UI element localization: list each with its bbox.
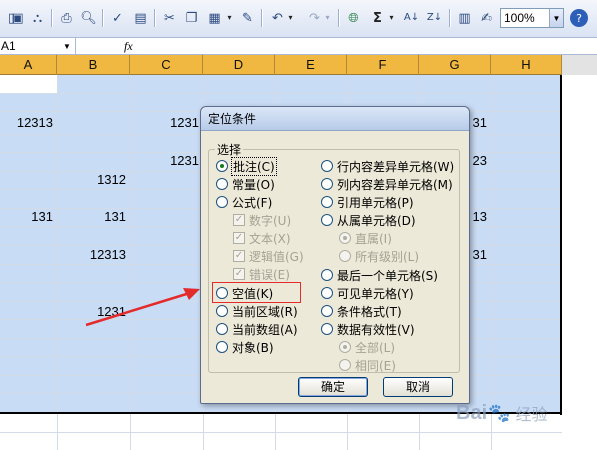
option-label: 公式(F) <box>232 195 273 210</box>
radio-icon[interactable] <box>339 341 351 353</box>
option-label: 文本(X) <box>249 231 291 246</box>
option-label: 最后一个单元格(S) <box>337 268 438 283</box>
option-comments[interactable]: 批注(C) <box>216 156 277 176</box>
option-label: 列内容差异单元格(M) <box>337 177 453 192</box>
option-label: 当前区域(R) <box>232 304 298 319</box>
option-label: 错误(E) <box>249 267 290 282</box>
checkbox-icon[interactable]: ✓ <box>233 214 245 226</box>
option-text[interactable]: ✓ 文本(X) <box>233 230 291 246</box>
option-current-array[interactable]: 当前数组(A) <box>216 321 298 337</box>
option-validation-all[interactable]: 全部(L) <box>339 339 395 355</box>
option-label: 直属(I) <box>355 231 392 246</box>
option-label: 对象(B) <box>232 340 274 355</box>
option-label: 相同(E) <box>355 358 396 373</box>
option-data-validation[interactable]: 数据有效性(V) <box>321 321 415 337</box>
option-label: 引用单元格(P) <box>337 195 414 210</box>
goto-special-dialog: 定位条件 选择 批注(C) 常量(O) 公式(F) ✓ 数字(U) ✓ 文本(X… <box>200 106 470 404</box>
radio-icon[interactable] <box>321 160 333 172</box>
option-dependents[interactable]: 从属单元格(D) <box>321 212 416 228</box>
watermark-logo: Bai 🐾 经验 <box>456 396 586 430</box>
option-all-levels[interactable]: 所有级别(L) <box>339 248 419 264</box>
radio-icon[interactable] <box>339 250 351 262</box>
option-label: 从属单元格(D) <box>337 213 416 228</box>
option-logicals[interactable]: ✓ 逻辑值(G) <box>233 248 304 264</box>
option-last-cell[interactable]: 最后一个单元格(S) <box>321 267 438 283</box>
option-label: 常量(O) <box>232 177 275 192</box>
paw-icon: 🐾 <box>488 402 511 423</box>
option-label: 行内容差异单元格(W) <box>337 159 455 174</box>
radio-icon[interactable] <box>216 196 228 208</box>
radio-icon[interactable] <box>321 214 333 226</box>
watermark-text: 经验 <box>515 407 548 424</box>
cancel-button[interactable]: 取消 <box>383 377 453 397</box>
option-current-region[interactable]: 当前区域(R) <box>216 303 298 319</box>
option-precedents[interactable]: 引用单元格(P) <box>321 194 414 210</box>
option-column-differences[interactable]: 列内容差异单元格(M) <box>321 176 453 192</box>
dialog-title: 定位条件 <box>201 107 469 131</box>
option-label: 所有级别(L) <box>355 249 420 264</box>
option-label: 当前数组(A) <box>232 322 298 337</box>
dialog-body: 选择 批注(C) 常量(O) 公式(F) ✓ 数字(U) ✓ 文本(X) ✓ 逻… <box>206 131 464 399</box>
radio-icon[interactable] <box>321 269 333 281</box>
option-label: 逻辑值(G) <box>249 249 304 264</box>
option-visible-cells[interactable]: 可见单元格(Y) <box>321 285 414 301</box>
option-validation-same[interactable]: 相同(E) <box>339 357 396 373</box>
ok-button[interactable]: 确定 <box>298 377 368 397</box>
radio-icon[interactable] <box>216 323 228 335</box>
radio-icon[interactable] <box>321 196 333 208</box>
radio-icon[interactable] <box>321 305 333 317</box>
checkbox-icon[interactable]: ✓ <box>233 250 245 262</box>
watermark-text: Bai <box>456 401 488 424</box>
option-row-differences[interactable]: 行内容差异单元格(W) <box>321 158 454 174</box>
option-objects[interactable]: 对象(B) <box>216 339 274 355</box>
option-label: 可见单元格(Y) <box>337 286 414 301</box>
option-direct-only[interactable]: 直属(I) <box>339 230 392 246</box>
radio-icon[interactable] <box>339 359 351 371</box>
radio-icon[interactable] <box>216 178 228 190</box>
option-formulas[interactable]: 公式(F) <box>216 194 272 210</box>
option-constants[interactable]: 常量(O) <box>216 176 275 192</box>
radio-icon[interactable] <box>339 232 351 244</box>
option-conditional-formats[interactable]: 条件格式(T) <box>321 303 402 319</box>
option-label: 全部(L) <box>355 340 396 355</box>
radio-icon[interactable] <box>321 323 333 335</box>
radio-icon[interactable] <box>216 341 228 353</box>
option-label: 批注(C) <box>231 156 277 176</box>
radio-icon[interactable] <box>321 287 333 299</box>
radio-icon[interactable] <box>216 160 228 172</box>
option-label: 数字(U) <box>249 213 292 228</box>
group-label: 选择 <box>215 141 244 158</box>
annotation-highlight <box>212 282 301 303</box>
checkbox-icon[interactable]: ✓ <box>233 268 245 280</box>
option-errors[interactable]: ✓ 错误(E) <box>233 266 290 282</box>
radio-icon[interactable] <box>216 305 228 317</box>
option-label: 条件格式(T) <box>337 304 402 319</box>
option-numbers[interactable]: ✓ 数字(U) <box>233 212 291 228</box>
radio-icon[interactable] <box>321 178 333 190</box>
option-label: 数据有效性(V) <box>337 322 415 337</box>
checkbox-icon[interactable]: ✓ <box>233 232 245 244</box>
